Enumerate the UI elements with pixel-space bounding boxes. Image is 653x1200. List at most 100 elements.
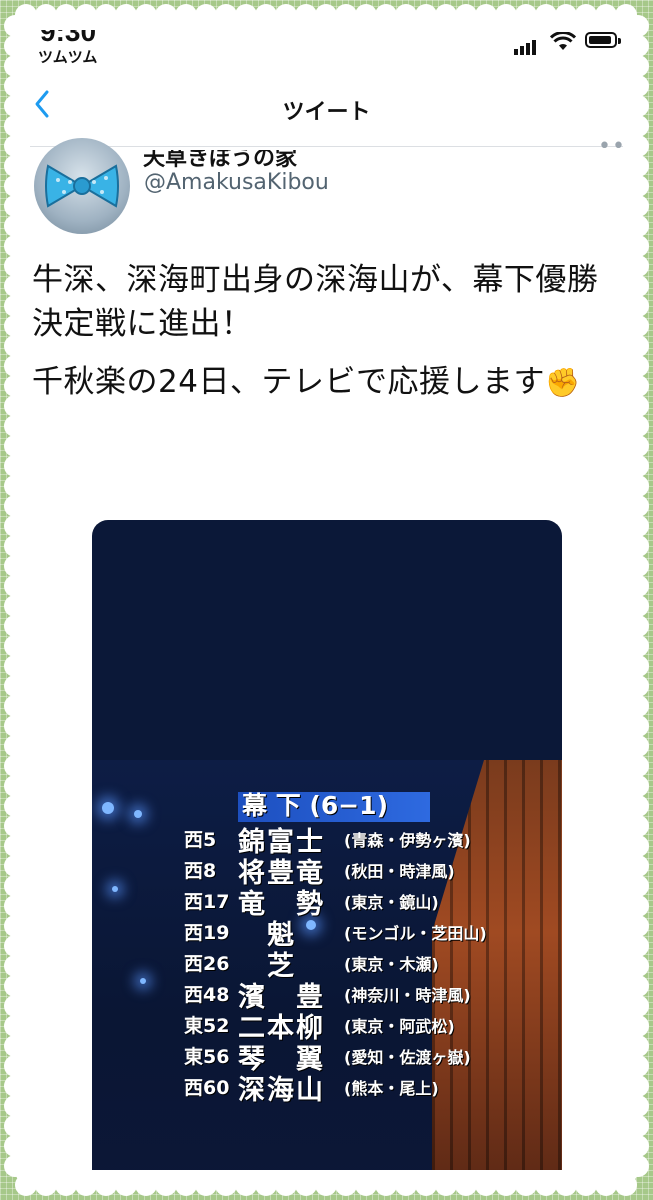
scallop	[115, 1174, 137, 1196]
scallop	[395, 4, 417, 26]
scallop	[627, 315, 649, 337]
scallop	[627, 375, 649, 397]
scallop	[627, 695, 649, 717]
scallop	[4, 535, 26, 557]
author-handle[interactable]: @AmakusaKibou	[144, 170, 329, 195]
scallop	[627, 715, 649, 737]
wrestler-origin: (秋田・時津風)	[344, 862, 455, 881]
wrestler-origin: (愛知・佐渡ヶ嶽)	[344, 1048, 471, 1067]
scallop	[55, 4, 77, 26]
wrestler-origin: (青森・伊勢ヶ濱)	[344, 831, 471, 850]
wrestler-origin: (神奈川・時津風)	[344, 986, 471, 1005]
scallop	[4, 815, 26, 837]
scallop	[475, 4, 497, 26]
scallop	[4, 95, 26, 117]
scallop	[315, 1174, 337, 1196]
scallop	[255, 1174, 277, 1196]
scallop	[4, 55, 26, 77]
scallop	[4, 915, 26, 937]
wrestler-rank: 西5	[184, 829, 217, 851]
avatar[interactable]	[34, 138, 130, 234]
scallop	[4, 35, 26, 57]
scallop	[4, 375, 26, 397]
scallop	[627, 1095, 649, 1117]
scallop	[627, 495, 649, 517]
scallop	[627, 855, 649, 877]
scallop	[375, 1174, 397, 1196]
wrestler-rank: 西26	[184, 953, 230, 975]
scallop	[4, 1055, 26, 1077]
wrestler-rank: 東56	[184, 1046, 230, 1068]
scallop	[4, 455, 26, 477]
scallop	[4, 795, 26, 817]
scallop	[4, 855, 26, 877]
tweet-media[interactable]: 幕 下 (6−1) 西5 錦富士 (青森・伊勢ヶ濱) 西8 将豊竜 (秋田・時津風) 西17…	[92, 520, 562, 1170]
scallop	[627, 955, 649, 977]
scallop	[535, 4, 557, 26]
scallop	[627, 75, 649, 97]
tweet-paragraph-1: 牛深、深海町出身の深海山が、幕下優勝決定戦に進出！	[32, 262, 599, 342]
scallop	[4, 875, 26, 897]
scallop	[435, 4, 457, 26]
scallop	[4, 555, 26, 577]
scallop	[315, 4, 337, 26]
scallop	[175, 4, 197, 26]
scallop	[35, 4, 57, 26]
scallop	[627, 835, 649, 857]
scallop	[4, 675, 26, 697]
wrestler-origin: (モンゴル・芝田山)	[344, 924, 487, 943]
scallop	[355, 4, 377, 26]
scallop	[627, 35, 649, 57]
scallop	[627, 155, 649, 177]
more-options-icon[interactable]: •••	[598, 134, 623, 159]
status-bar: 9:30 ツムツム	[30, 30, 623, 76]
scallop	[135, 4, 157, 26]
scallop	[355, 1174, 377, 1196]
scallop	[627, 895, 649, 917]
scallop	[627, 475, 649, 497]
wrestler-rank: 西60	[184, 1077, 230, 1099]
scallop	[627, 735, 649, 757]
scallop	[615, 1174, 637, 1196]
scallop	[55, 1174, 77, 1196]
scallop	[4, 315, 26, 337]
scallop	[627, 55, 649, 77]
scallop	[595, 4, 617, 26]
scallop	[4, 1135, 26, 1157]
scallop	[4, 235, 26, 257]
scallop	[235, 1174, 257, 1196]
wrestler-origin: (東京・阿武松)	[344, 1017, 455, 1036]
scallop	[195, 1174, 217, 1196]
scallop	[455, 4, 477, 26]
scallop	[215, 1174, 237, 1196]
scallop	[4, 115, 26, 137]
scallop	[627, 935, 649, 957]
scallop	[627, 235, 649, 257]
scallop	[627, 295, 649, 317]
scallop	[627, 215, 649, 237]
scallop	[4, 695, 26, 717]
scallop	[4, 635, 26, 657]
scallop	[627, 975, 649, 997]
wrestler-origin: (熊本・尾上)	[344, 1079, 439, 1098]
scallop	[627, 995, 649, 1017]
scallop	[4, 895, 26, 917]
scallop	[4, 835, 26, 857]
scallop	[75, 1174, 97, 1196]
scallop	[627, 1115, 649, 1137]
scallop	[627, 915, 649, 937]
scallop	[475, 1174, 497, 1196]
scallop	[627, 395, 649, 417]
scallop	[4, 955, 26, 977]
scallop	[627, 775, 649, 797]
stage-light	[112, 886, 118, 892]
scallop	[627, 435, 649, 457]
scallop	[4, 995, 26, 1017]
scallop	[415, 1174, 437, 1196]
scallop	[4, 395, 26, 417]
scallop	[4, 715, 26, 737]
nav-bar: ツイート	[30, 76, 623, 147]
scallop	[275, 4, 297, 26]
stage-light	[140, 978, 146, 984]
scallop	[627, 1015, 649, 1037]
